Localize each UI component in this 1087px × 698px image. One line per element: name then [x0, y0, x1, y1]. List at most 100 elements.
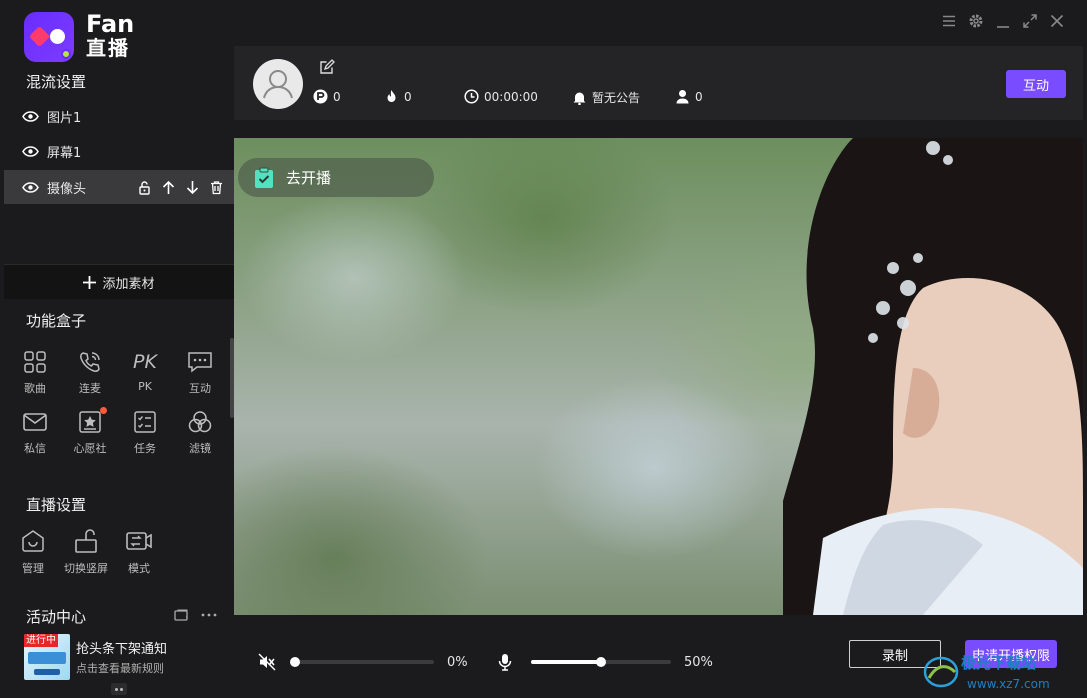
brand-name: Fan 直播 — [86, 12, 134, 60]
camera-preview[interactable]: 去开播 — [234, 138, 1083, 615]
speaker-volume-slider[interactable] — [290, 657, 434, 667]
toolbox-item-pk[interactable]: PK PK — [117, 350, 173, 393]
mix-settings-title: 混流设置 — [26, 73, 87, 91]
window-icon[interactable] — [174, 609, 188, 621]
toolbox-title: 功能盒子 — [26, 312, 87, 330]
announcement-value: 暂无公告 — [592, 91, 641, 105]
toolbox-item-interact[interactable]: 互动 — [172, 350, 228, 396]
live-setting-label: 管理 — [22, 562, 44, 575]
logo-badge-icon — [61, 49, 71, 59]
app-logo — [24, 12, 74, 62]
thumbnail-graphic — [34, 669, 60, 675]
mic-volume-label: 50% — [684, 655, 713, 670]
add-material-button[interactable]: 添加素材 — [4, 264, 234, 299]
watermark-logo: 极光下载站 www.xz7.com — [923, 654, 1050, 691]
trash-icon[interactable] — [209, 180, 224, 195]
toolbox-item-label: 连麦 — [79, 382, 101, 395]
arrow-up-icon[interactable] — [161, 180, 176, 195]
phone-icon — [80, 352, 100, 372]
notice-subtitle: 点击查看最新规则 — [76, 662, 164, 675]
live-setting-label: 模式 — [128, 562, 150, 575]
watermark-text: 极光下载站 — [961, 654, 1036, 672]
toolbox-item-label: 滤镜 — [189, 442, 211, 455]
avatar[interactable] — [253, 59, 303, 109]
chat-icon — [188, 352, 212, 373]
more-icon[interactable] — [201, 612, 217, 618]
speaker-muted-icon[interactable] — [258, 653, 276, 671]
brand-line2: 直播 — [86, 36, 130, 60]
announcement-stat[interactable]: 暂无公告 — [572, 89, 640, 106]
layer-label: 图片1 — [47, 110, 82, 126]
activity-center-title: 活动中心 — [26, 608, 87, 626]
toolbox-item-message[interactable]: 私信 — [7, 410, 63, 456]
camera-subject-image — [783, 138, 1083, 615]
live-setting-manage[interactable]: 管理 — [5, 528, 61, 576]
duration-value: 00:00:00 — [484, 89, 538, 104]
window-controls — [941, 13, 1065, 29]
plus-icon — [83, 275, 97, 289]
menu-icon[interactable] — [941, 13, 957, 29]
sidebar: Fan 直播 混流设置 图片1 屏幕1 摄像头 添加素材 功能盒子 歌曲 连麦 … — [0, 0, 234, 698]
toolbox-item-label: PK — [138, 380, 152, 393]
toolbox-item-wish[interactable]: 心愿社 — [62, 407, 118, 456]
checklist-icon — [134, 411, 156, 433]
eye-icon[interactable] — [22, 145, 39, 157]
microphone-icon[interactable] — [498, 653, 512, 671]
live-setting-mode[interactable]: 模式 — [111, 528, 167, 576]
slider-knob[interactable] — [290, 657, 300, 667]
toolbox-item-label: 私信 — [24, 442, 46, 455]
live-setting-switch-portrait[interactable]: 切换竖屏 — [58, 528, 114, 576]
layer-label: 屏幕1 — [47, 145, 82, 161]
slider-knob[interactable] — [596, 657, 606, 667]
bell-icon — [573, 92, 586, 105]
speaker-volume-label: 0% — [447, 655, 468, 670]
toolbox-item-label: 歌曲 — [24, 382, 46, 395]
toolbox-item-label: 任务 — [134, 442, 156, 455]
toolbox-item-filter[interactable]: 滤镜 — [172, 410, 228, 456]
edit-icon[interactable] — [319, 59, 335, 75]
mail-icon — [23, 413, 47, 431]
interact-button[interactable]: 互动 — [1006, 70, 1066, 98]
layer-item-active[interactable]: 摄像头 — [4, 170, 234, 204]
eye-icon[interactable] — [22, 181, 39, 193]
gear-icon[interactable] — [968, 13, 984, 29]
maximize-icon[interactable] — [1022, 13, 1038, 29]
notice-tag: 进行中 — [24, 634, 58, 647]
coin-icon — [313, 89, 328, 104]
watermark-url: www.xz7.com — [967, 677, 1050, 691]
layer-item[interactable]: 屏幕1 — [4, 134, 234, 168]
lock-icon[interactable] — [137, 180, 152, 195]
toolbox-item-task[interactable]: 任务 — [117, 410, 173, 456]
carousel-pager[interactable] — [111, 683, 127, 695]
activity-notice[interactable]: 进行中 抢头条下架通知 点击查看最新规则 — [24, 634, 224, 680]
duration-stat: 00:00:00 — [464, 89, 538, 104]
home-icon — [22, 530, 44, 552]
viewers-stat: 0 — [675, 89, 703, 104]
user-placeholder-icon — [263, 70, 293, 99]
fire-icon — [387, 90, 396, 102]
mic-volume-slider[interactable] — [531, 657, 671, 667]
camera-switch-icon — [126, 532, 152, 550]
arrow-down-icon[interactable] — [185, 180, 200, 195]
coins-stat: 0 — [313, 89, 341, 104]
notice-thumbnail: 进行中 — [24, 634, 70, 680]
add-material-label: 添加素材 — [102, 276, 155, 292]
logo-heart-icon — [28, 25, 51, 48]
toolbox-item-label: 心愿社 — [73, 442, 107, 455]
toolbox-item-connect[interactable]: 连麦 — [62, 350, 118, 396]
minimize-icon[interactable] — [995, 13, 1011, 29]
clipboard-check-icon — [255, 167, 273, 188]
close-icon[interactable] — [1049, 13, 1065, 29]
layer-item[interactable]: 图片1 — [4, 99, 234, 133]
audio-control-bar: 0% 50% 录制 申请开播权限 极光下载站 www.xz7.com — [234, 615, 1087, 698]
clock-icon — [464, 89, 479, 104]
eye-icon[interactable] — [22, 110, 39, 122]
pk-icon: PK — [133, 351, 157, 373]
toolbox-item-song[interactable]: 歌曲 — [7, 350, 63, 396]
layer-tools — [137, 180, 224, 195]
go-live-button[interactable]: 去开播 — [238, 158, 434, 197]
heat-stat: 0 — [384, 89, 412, 104]
stream-info-bar: 0 0 00:00:00 暂无公告 0 互动 — [234, 46, 1083, 120]
user-icon — [676, 90, 689, 104]
coins-value: 0 — [333, 89, 341, 104]
